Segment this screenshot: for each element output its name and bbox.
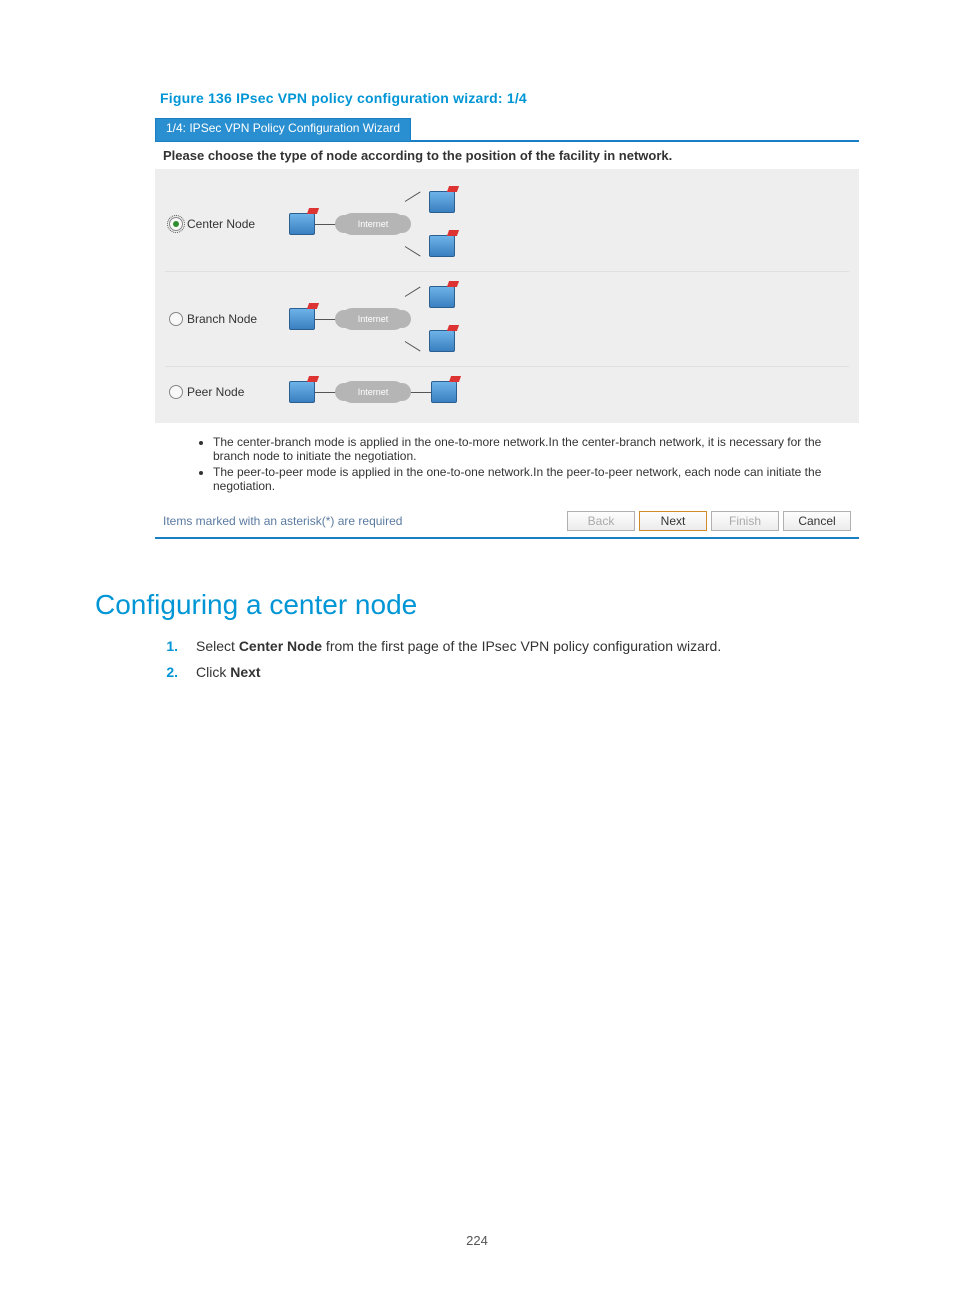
center-node-diagram: Internet <box>289 191 455 257</box>
steps-list: 1. Select Center Node from the first pag… <box>160 635 859 685</box>
step-number: 1. <box>160 635 178 659</box>
step-1-text-c: from the first page of the IPsec VPN pol… <box>322 638 721 654</box>
cloud-label: Internet <box>358 314 389 324</box>
step-2-bold: Next <box>230 664 260 680</box>
cloud-label: Internet <box>358 219 389 229</box>
next-button[interactable]: Next <box>639 511 707 531</box>
cancel-button[interactable]: Cancel <box>783 511 851 531</box>
router-icon <box>289 308 315 330</box>
router-icon <box>429 235 455 257</box>
radio-icon <box>169 385 183 399</box>
cloud-label: Internet <box>358 387 389 397</box>
wizard-footer: Items marked with an asterisk(*) are req… <box>155 505 859 537</box>
back-button[interactable]: Back <box>567 511 635 531</box>
router-icon <box>429 330 455 352</box>
wizard-tab-title: 1/4: IPSec VPN Policy Configuration Wiza… <box>155 118 411 141</box>
step-1-bold: Center Node <box>239 638 322 654</box>
step-2-text: Click Next <box>196 661 261 685</box>
peer-node-radio[interactable]: Peer Node <box>169 385 289 399</box>
branch-node-label: Branch Node <box>187 312 257 326</box>
note-peer-to-peer: The peer-to-peer mode is applied in the … <box>213 465 829 493</box>
branch-node-radio[interactable]: Branch Node <box>169 312 289 326</box>
step-1: 1. Select Center Node from the first pag… <box>160 635 859 659</box>
peer-node-diagram: Internet <box>289 381 457 403</box>
wizard-tabbar: 1/4: IPSec VPN Policy Configuration Wiza… <box>155 118 859 142</box>
radio-icon <box>169 217 183 231</box>
router-icon <box>289 213 315 235</box>
router-icon <box>429 286 455 308</box>
cloud-icon: Internet <box>341 213 405 235</box>
note-center-branch: The center-branch mode is applied in the… <box>213 435 829 463</box>
step-number: 2. <box>160 661 178 685</box>
step-2-text-a: Click <box>196 664 230 680</box>
node-row-peer: Peer Node Internet <box>165 366 849 417</box>
required-hint: Items marked with an asterisk(*) are req… <box>163 514 563 528</box>
peer-node-label: Peer Node <box>187 385 244 399</box>
router-icon <box>429 191 455 213</box>
finish-button[interactable]: Finish <box>711 511 779 531</box>
section-heading: Configuring a center node <box>95 589 859 621</box>
node-row-branch: Branch Node Internet <box>165 271 849 366</box>
page-number: 224 <box>0 1233 954 1248</box>
branch-node-diagram: Internet <box>289 286 455 352</box>
wizard-screenshot: 1/4: IPSec VPN Policy Configuration Wiza… <box>155 118 859 539</box>
wizard-instruction: Please choose the type of node according… <box>155 142 859 169</box>
step-1-text: Select Center Node from the first page o… <box>196 635 721 659</box>
step-2: 2. Click Next <box>160 661 859 685</box>
wizard-notes: The center-branch mode is applied in the… <box>155 423 859 505</box>
branch-fork <box>429 286 455 352</box>
router-icon <box>289 381 315 403</box>
branch-fork <box>429 191 455 257</box>
center-node-radio[interactable]: Center Node <box>169 217 289 231</box>
figure-caption: Figure 136 IPsec VPN policy configuratio… <box>160 90 859 106</box>
node-row-center: Center Node Internet <box>165 177 849 271</box>
step-1-text-a: Select <box>196 638 239 654</box>
router-icon <box>431 381 457 403</box>
center-node-label: Center Node <box>187 217 255 231</box>
page: Figure 136 IPsec VPN policy configuratio… <box>0 0 954 1296</box>
cloud-icon: Internet <box>341 381 405 403</box>
wizard-body: Please choose the type of node according… <box>155 142 859 505</box>
radio-icon <box>169 312 183 326</box>
cloud-icon: Internet <box>341 308 405 330</box>
